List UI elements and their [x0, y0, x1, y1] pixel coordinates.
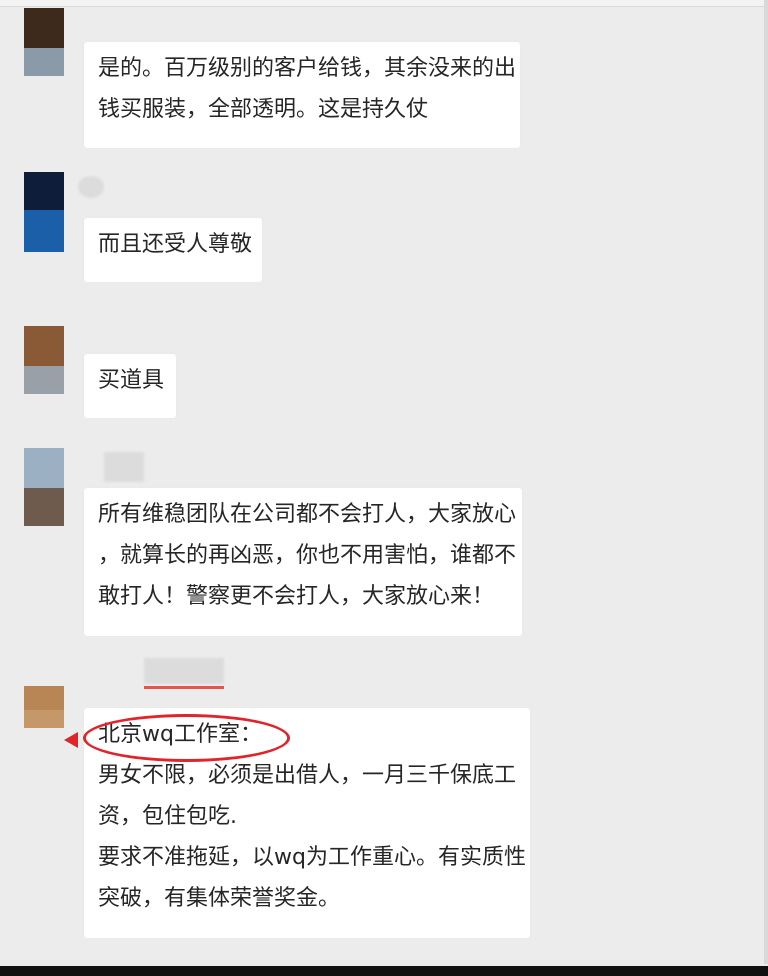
avatar-top: [24, 172, 64, 210]
message-text: 而且还受人尊敬: [98, 232, 253, 257]
sender-name-blurred: [78, 176, 104, 198]
avatar[interactable]: [24, 448, 64, 526]
message-text: 资，包住包吃.: [98, 804, 237, 829]
message-bubble[interactable]: 所有维稳团队在公司都不会打人，大家放心 ，就算长的再凶恶，你也不用害怕，谁都不 …: [84, 488, 522, 636]
message-bubble[interactable]: 是的。百万级别的客户给钱，其余没来的出 钱买服装，全部透明。这是持久仗: [84, 42, 520, 148]
window-right-edge: [764, 0, 768, 964]
message-text: ，就算长的再凶恶，你也不用害怕，谁都不: [98, 543, 517, 568]
bottom-bar: [0, 966, 768, 976]
avatar-top: [24, 8, 64, 48]
sender-name-blurred: [144, 658, 224, 684]
message-bubble[interactable]: 买道具: [84, 354, 176, 418]
avatar[interactable]: [24, 8, 64, 76]
avatar-top: [24, 326, 64, 366]
message-bubble[interactable]: 而且还受人尊敬: [84, 218, 262, 282]
message-text: 要求不准拖延，以wq为工作重心。有实质性: [98, 845, 526, 870]
message-text: 是的。百万级别的客户给钱，其余没来的出: [98, 56, 517, 81]
sender-name-underline: [144, 686, 224, 689]
message-text: 买道具: [98, 368, 165, 393]
avatar-top: [24, 686, 64, 710]
sender-name-blurred: [104, 452, 144, 482]
avatar-bottom: [24, 210, 64, 252]
message-text: 所有维稳团队在公司都不会打人，大家放心: [98, 502, 517, 527]
avatar[interactable]: [24, 686, 64, 728]
avatar[interactable]: [24, 172, 64, 252]
avatar-bottom: [24, 710, 64, 728]
avatar[interactable]: [24, 326, 64, 394]
avatar-top: [24, 448, 64, 488]
top-edge: [0, 0, 768, 7]
avatar-bottom: [24, 366, 64, 394]
message-text: 钱买服装，全部透明。这是持久仗: [98, 97, 429, 122]
message-text: 突破，有集体荣誉奖金。: [98, 886, 341, 911]
highlight-circle: [83, 714, 290, 762]
avatar-bottom: [24, 488, 64, 526]
highlight-marker: [64, 732, 78, 748]
avatar-bottom: [24, 48, 64, 76]
message-text: 敢打人！警察更不会打人，大家放心来！: [98, 584, 495, 609]
